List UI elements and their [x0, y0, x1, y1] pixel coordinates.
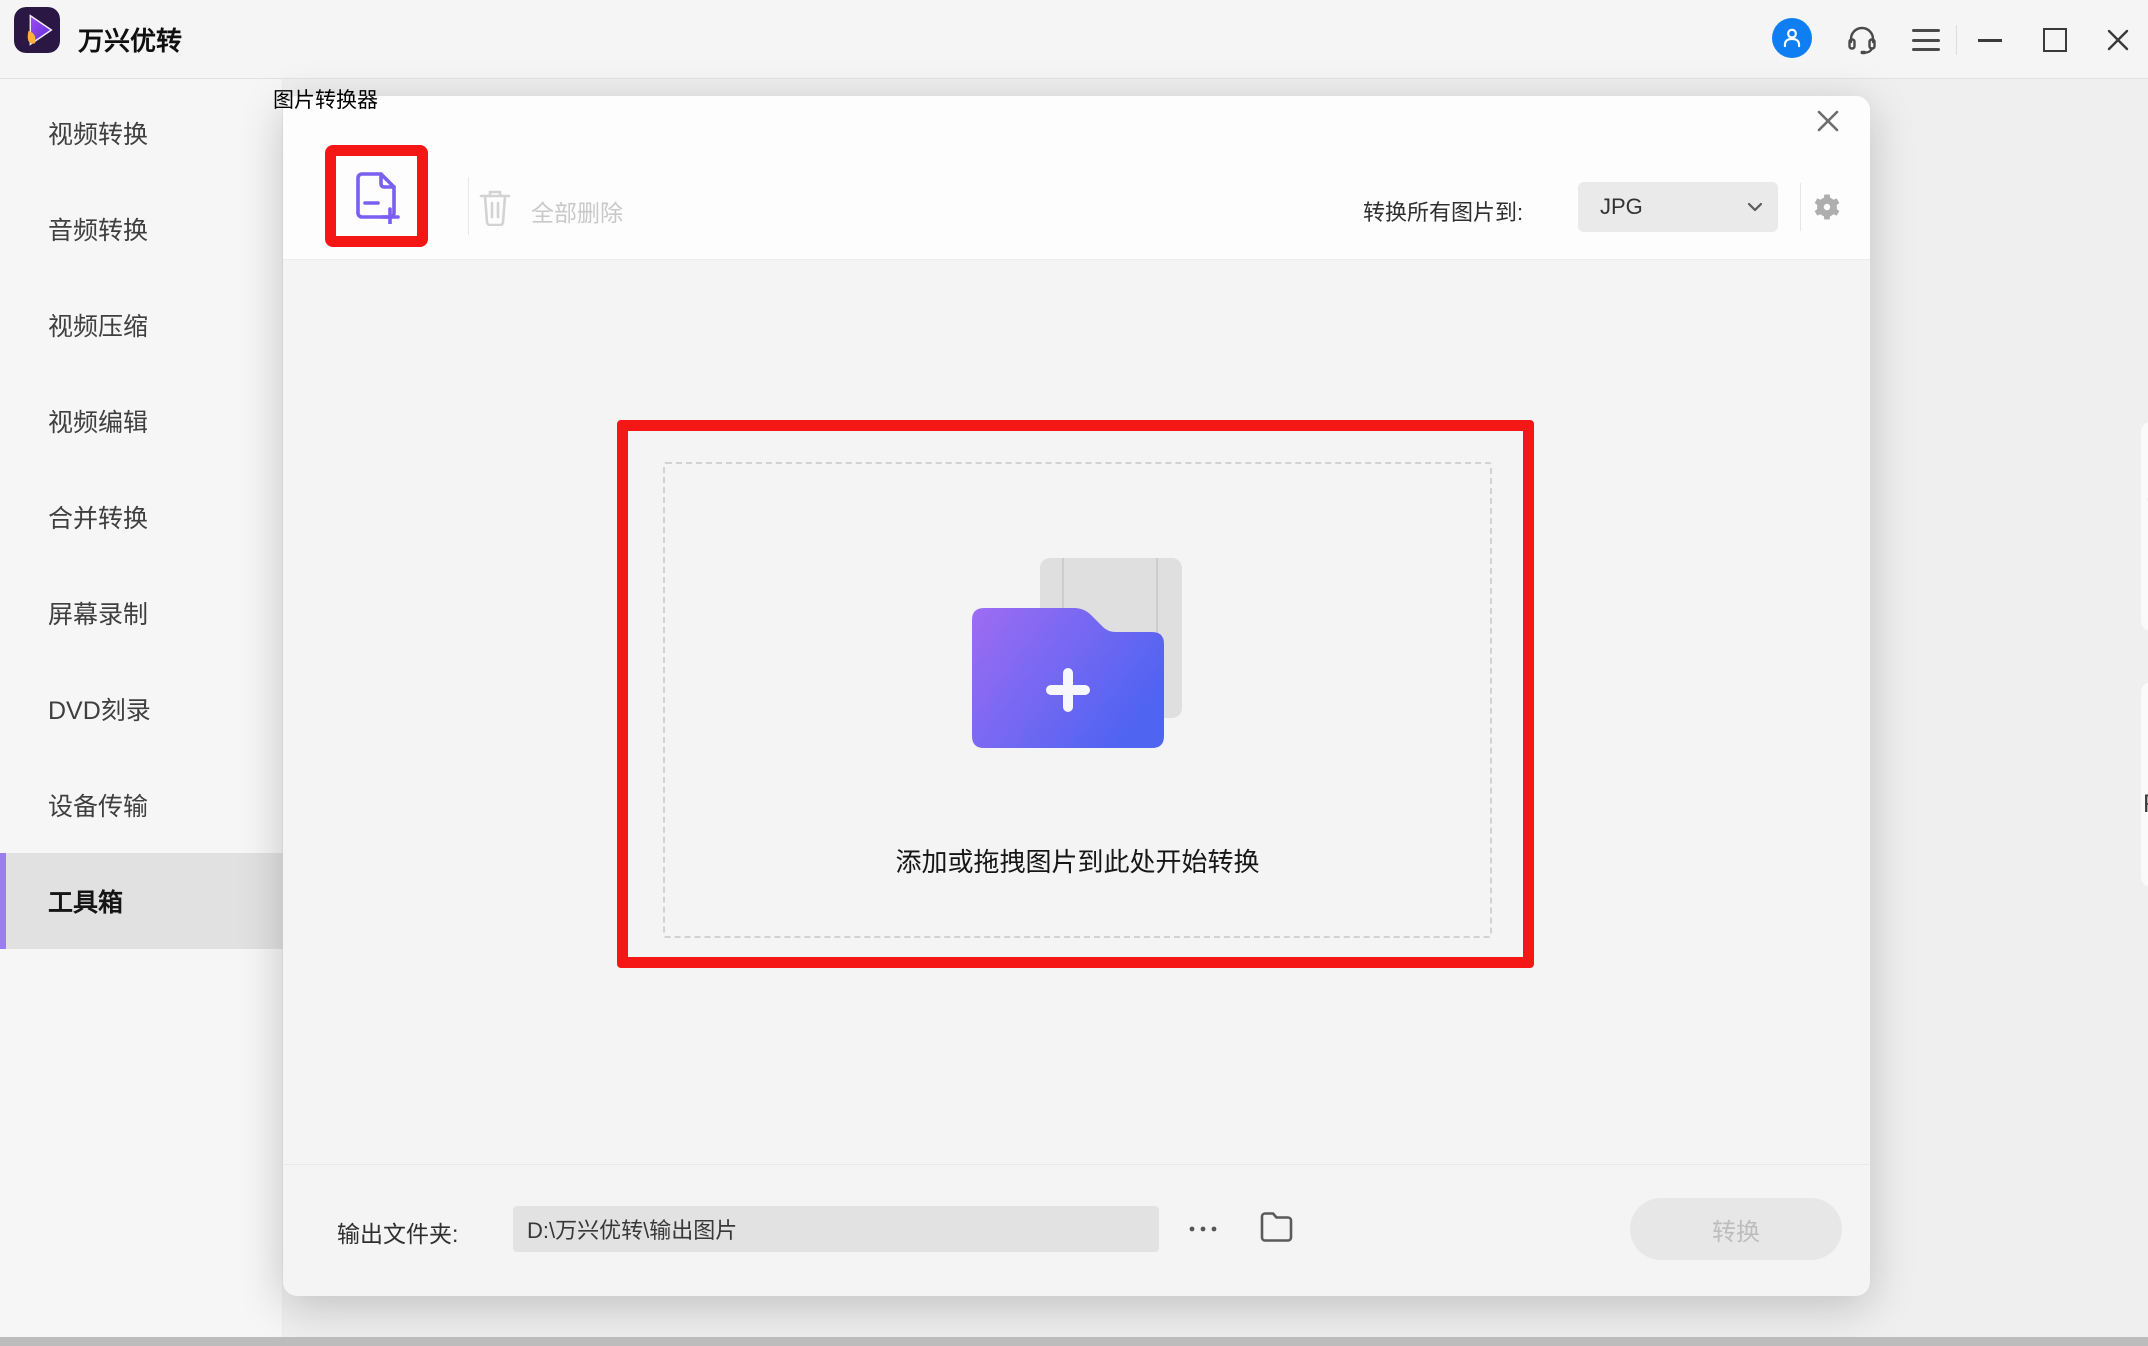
add-folder-graphic	[966, 600, 1170, 752]
add-file-button[interactable]	[352, 170, 400, 222]
sidebar-item-device-transfer[interactable]: 设备传输	[0, 757, 283, 853]
user-avatar[interactable]	[1772, 18, 1812, 58]
background-card: R格式并在	[2141, 682, 2148, 887]
minimize-icon[interactable]	[1978, 39, 2002, 42]
header-divider	[1956, 25, 1957, 55]
toolbar-divider	[468, 177, 469, 235]
window-close-icon[interactable]	[2105, 27, 2131, 53]
modal-toolbar	[283, 96, 1870, 260]
app-window: 万兴优转 视频转换 音频转换 视频压缩	[0, 0, 2148, 1346]
maximize-icon[interactable]	[2043, 28, 2067, 52]
gear-icon[interactable]	[1812, 192, 1842, 222]
delete-all-button[interactable]: 全部删除	[531, 194, 623, 228]
format-dropdown-value: JPG	[1600, 182, 1643, 232]
sidebar-item-video-edit[interactable]: 视频编辑	[0, 373, 283, 469]
sidebar-item-dvd-burn[interactable]: DVD刻录	[0, 661, 283, 757]
dropzone-hint: 添加或拖拽图片到此处开始转换	[663, 842, 1492, 879]
convert-button[interactable]: 转换	[1630, 1198, 1842, 1260]
sidebar-item-video-compress[interactable]: 视频压缩	[0, 277, 283, 373]
menu-icon[interactable]	[1912, 29, 1940, 51]
background-card-subtitle: R格式并在	[2143, 784, 2148, 820]
ellipsis-button[interactable]	[1178, 1206, 1228, 1252]
sidebar-item-merge-convert[interactable]: 合并转换	[0, 469, 283, 565]
image-converter-modal: 全部删除 转换所有图片到: JPG	[283, 96, 1870, 1296]
title-bar: 万兴优转	[0, 0, 2148, 79]
open-folder-icon[interactable]	[1258, 1210, 1294, 1244]
format-dropdown[interactable]: JPG	[1578, 182, 1778, 232]
trash-icon[interactable]	[479, 188, 511, 226]
headset-icon[interactable]	[1846, 24, 1878, 56]
sidebar-item-screen-record[interactable]: 屏幕录制	[0, 565, 283, 661]
sidebar-item-audio-convert[interactable]: 音频转换	[0, 181, 283, 277]
close-icon[interactable]	[1814, 107, 1842, 135]
output-path-input[interactable]	[513, 1206, 1159, 1252]
toolbar-divider	[1800, 183, 1801, 231]
app-logo-icon	[14, 7, 60, 53]
sidebar: 视频转换 音频转换 视频压缩 视频编辑 合并转换 屏幕录制 DVD刻录 设备传输…	[0, 79, 283, 1346]
modal-title: 图片转换器	[273, 84, 378, 114]
window-bottom-edge	[0, 1337, 2148, 1346]
sidebar-item-toolbox[interactable]: 工具箱	[0, 853, 283, 949]
chevron-down-icon	[1746, 198, 1764, 216]
sidebar-item-video-convert[interactable]: 视频转换	[0, 85, 283, 181]
app-title: 万兴优转	[78, 0, 182, 79]
convert-all-label: 转换所有图片到:	[1363, 195, 1523, 227]
footer-divider	[284, 1164, 1869, 1165]
background-card: 据 音视频文	[2141, 422, 2148, 631]
output-folder-label: 输出文件夹:	[337, 1215, 458, 1249]
